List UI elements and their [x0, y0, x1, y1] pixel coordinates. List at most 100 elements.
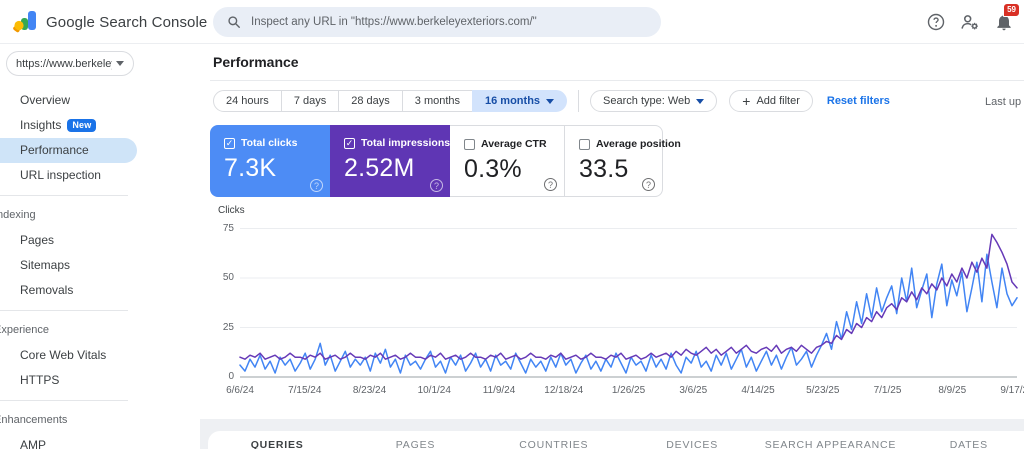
metric-label: Total clicks [241, 137, 298, 149]
performance-chart: Clicks 0 25 50 75 6/6/24 7/15/24 8/23/24 10/1/2… [210, 200, 1024, 416]
y-axis-tick: 50 [222, 272, 234, 283]
url-inspect-searchbar[interactable] [213, 7, 661, 37]
tab-queries[interactable]: QUERIES [208, 431, 346, 449]
manage-users-icon[interactable] [958, 10, 982, 34]
url-inspect-input[interactable] [251, 16, 647, 28]
x-axis-label: 7/15/24 [288, 385, 322, 396]
sidebar-section-indexing: Indexing [0, 209, 36, 221]
series-line-total-impressions [239, 233, 1018, 360]
chevron-down-icon [116, 61, 124, 66]
x-axis-label: 5/23/25 [806, 385, 840, 396]
sidebar-divider [0, 310, 128, 311]
sidebar-section-experience: Experience [0, 324, 50, 336]
x-axis-label: 4/14/25 [741, 385, 775, 396]
x-axis-label: 8/23/24 [352, 385, 387, 396]
date-range-chip-24-hours[interactable]: 24 hours [213, 90, 282, 112]
sidebar-item-insights[interactable]: Insights New [0, 113, 137, 138]
metric-card-header: ✓ Total impressions [344, 137, 450, 149]
metric-card-total-clicks[interactable]: ✓ Total clicks 7.3K? [210, 125, 330, 197]
sidebar-item-label: Performance [20, 143, 89, 157]
search-icon [228, 16, 240, 28]
sidebar-item-label: Overview [20, 93, 71, 107]
y-axis-tick: 25 [222, 321, 234, 333]
sidebar-item-url-inspection[interactable]: URL inspection [0, 163, 137, 188]
sidebar-item-label: Removals [20, 283, 74, 297]
metric-card-average-ctr[interactable]: Average CTR 0.3%? [450, 125, 565, 197]
date-range-chip-16-months[interactable]: 16 months [472, 90, 568, 112]
metric-card-average-position[interactable]: Average position 33.5? [565, 125, 681, 197]
chip-label: 7 days [293, 95, 327, 107]
x-axis-label: 7/1/25 [873, 385, 902, 396]
notifications-bell-icon[interactable]: 59 [992, 3, 1020, 34]
metric-cards: ✓ Total clicks 7.3K? ✓ Total impressions 2.52… [210, 125, 681, 197]
tab-dates[interactable]: DATES [900, 431, 1024, 449]
tab-countries[interactable]: COUNTRIES [485, 431, 623, 449]
help-icon[interactable]: ? [310, 179, 323, 192]
top-bar: Google Search Console Inspect any URL in… [0, 0, 1024, 44]
search-type-dropdown[interactable]: Search type: Web [590, 90, 718, 112]
sidebar-item-pages[interactable]: Pages [0, 228, 137, 253]
x-axis-label: 10/1/24 [417, 385, 451, 396]
add-filter-button[interactable]: + Add filter [729, 90, 813, 112]
unchecked-checkbox[interactable] [579, 138, 590, 150]
x-axis-label: 12/18/24 [544, 385, 584, 396]
date-range-chip-7-days[interactable]: 7 days [280, 90, 340, 112]
sidebar-item-amp[interactable]: AMP [0, 433, 137, 449]
sidebar-item-label: URL inspection [20, 168, 101, 182]
sidebar-item-label: HTTPS [20, 373, 60, 387]
help-icon[interactable]: ? [642, 178, 655, 191]
property-selector-label: https://www.berkeleye... [16, 57, 112, 70]
x-axis-label: 6/6/24 [226, 385, 254, 396]
chip-label: 16 months [485, 95, 541, 107]
sidebar-divider [0, 400, 128, 401]
sidebar-item-core-web-vitals[interactable]: Core Web Vitals [0, 343, 137, 368]
tab-search-appearance[interactable]: SEARCH APPEARANCE [761, 431, 899, 449]
sidebar-item-overview[interactable]: Overview [0, 88, 137, 113]
sidebar-item-removals[interactable]: Removals [0, 278, 137, 303]
tab-pages[interactable]: PAGES [346, 431, 484, 449]
chip-label: 28 days [351, 95, 390, 107]
help-icon[interactable]: ? [544, 178, 557, 191]
sidebar-divider [0, 195, 128, 196]
sidebar-item-label: AMP [20, 438, 47, 449]
sidebar-item-sitemaps[interactable]: Sitemaps [0, 253, 137, 278]
notification-count-badge: 59 [1003, 3, 1020, 17]
sidebar-section-enhancements: Enhancements [0, 414, 68, 426]
sidebar: https://www.berkeleye... Overview Insight… [0, 44, 200, 449]
x-axis-label: 8/9/25 [938, 385, 967, 396]
app-title: Google Search Console [46, 13, 208, 31]
x-axis-label: 1/26/25 [611, 385, 646, 396]
unchecked-checkbox[interactable] [464, 138, 475, 150]
help-icon[interactable] [924, 10, 948, 34]
checked-checkbox[interactable]: ✓ [344, 137, 355, 149]
header-divider [210, 80, 1024, 81]
checked-checkbox[interactable]: ✓ [224, 137, 235, 149]
sidebar-item-label: Insights [20, 118, 62, 132]
filter-divider [578, 90, 580, 112]
topbar-actions: 59 [924, 3, 1020, 34]
metric-label: Average position [596, 138, 681, 150]
date-range-chip-group: 24 hours 7 days 28 days 3 months 16 months [213, 90, 568, 112]
metric-card-header: ✓ Total clicks [224, 137, 330, 149]
chevron-down-icon [696, 98, 705, 104]
date-range-chip-3-months[interactable]: 3 months [401, 90, 474, 112]
y-axis-tick: 75 [222, 222, 234, 234]
plus-icon: + [742, 93, 751, 109]
sidebar-item-https[interactable]: HTTPS [0, 368, 137, 393]
help-icon[interactable]: ? [430, 179, 443, 192]
x-axis-label: 11/9/24 [482, 385, 516, 396]
tab-devices[interactable]: DEVICES [623, 431, 761, 449]
new-badge: New [67, 119, 97, 132]
chart-canvas[interactable] [210, 200, 1024, 380]
y-axis-tick: 0 [228, 371, 234, 382]
sidebar-item-label: Pages [20, 233, 55, 247]
search-console-logo-icon [13, 11, 36, 33]
reset-filters-link[interactable]: Reset filters [827, 95, 890, 107]
date-range-chip-28-days[interactable]: 28 days [338, 90, 403, 112]
google-search-console-app: Google Search Console Inspect any URL in… [0, 0, 1024, 449]
property-selector[interactable]: https://www.berkeleye... [6, 51, 134, 76]
sidebar-item-performance[interactable]: Performance [0, 138, 137, 163]
logo[interactable]: Google Search Console [12, 9, 207, 35]
metric-card-total-impressions[interactable]: ✓ Total impressions 2.52M? [330, 125, 450, 197]
page-title: Performance [213, 54, 299, 70]
